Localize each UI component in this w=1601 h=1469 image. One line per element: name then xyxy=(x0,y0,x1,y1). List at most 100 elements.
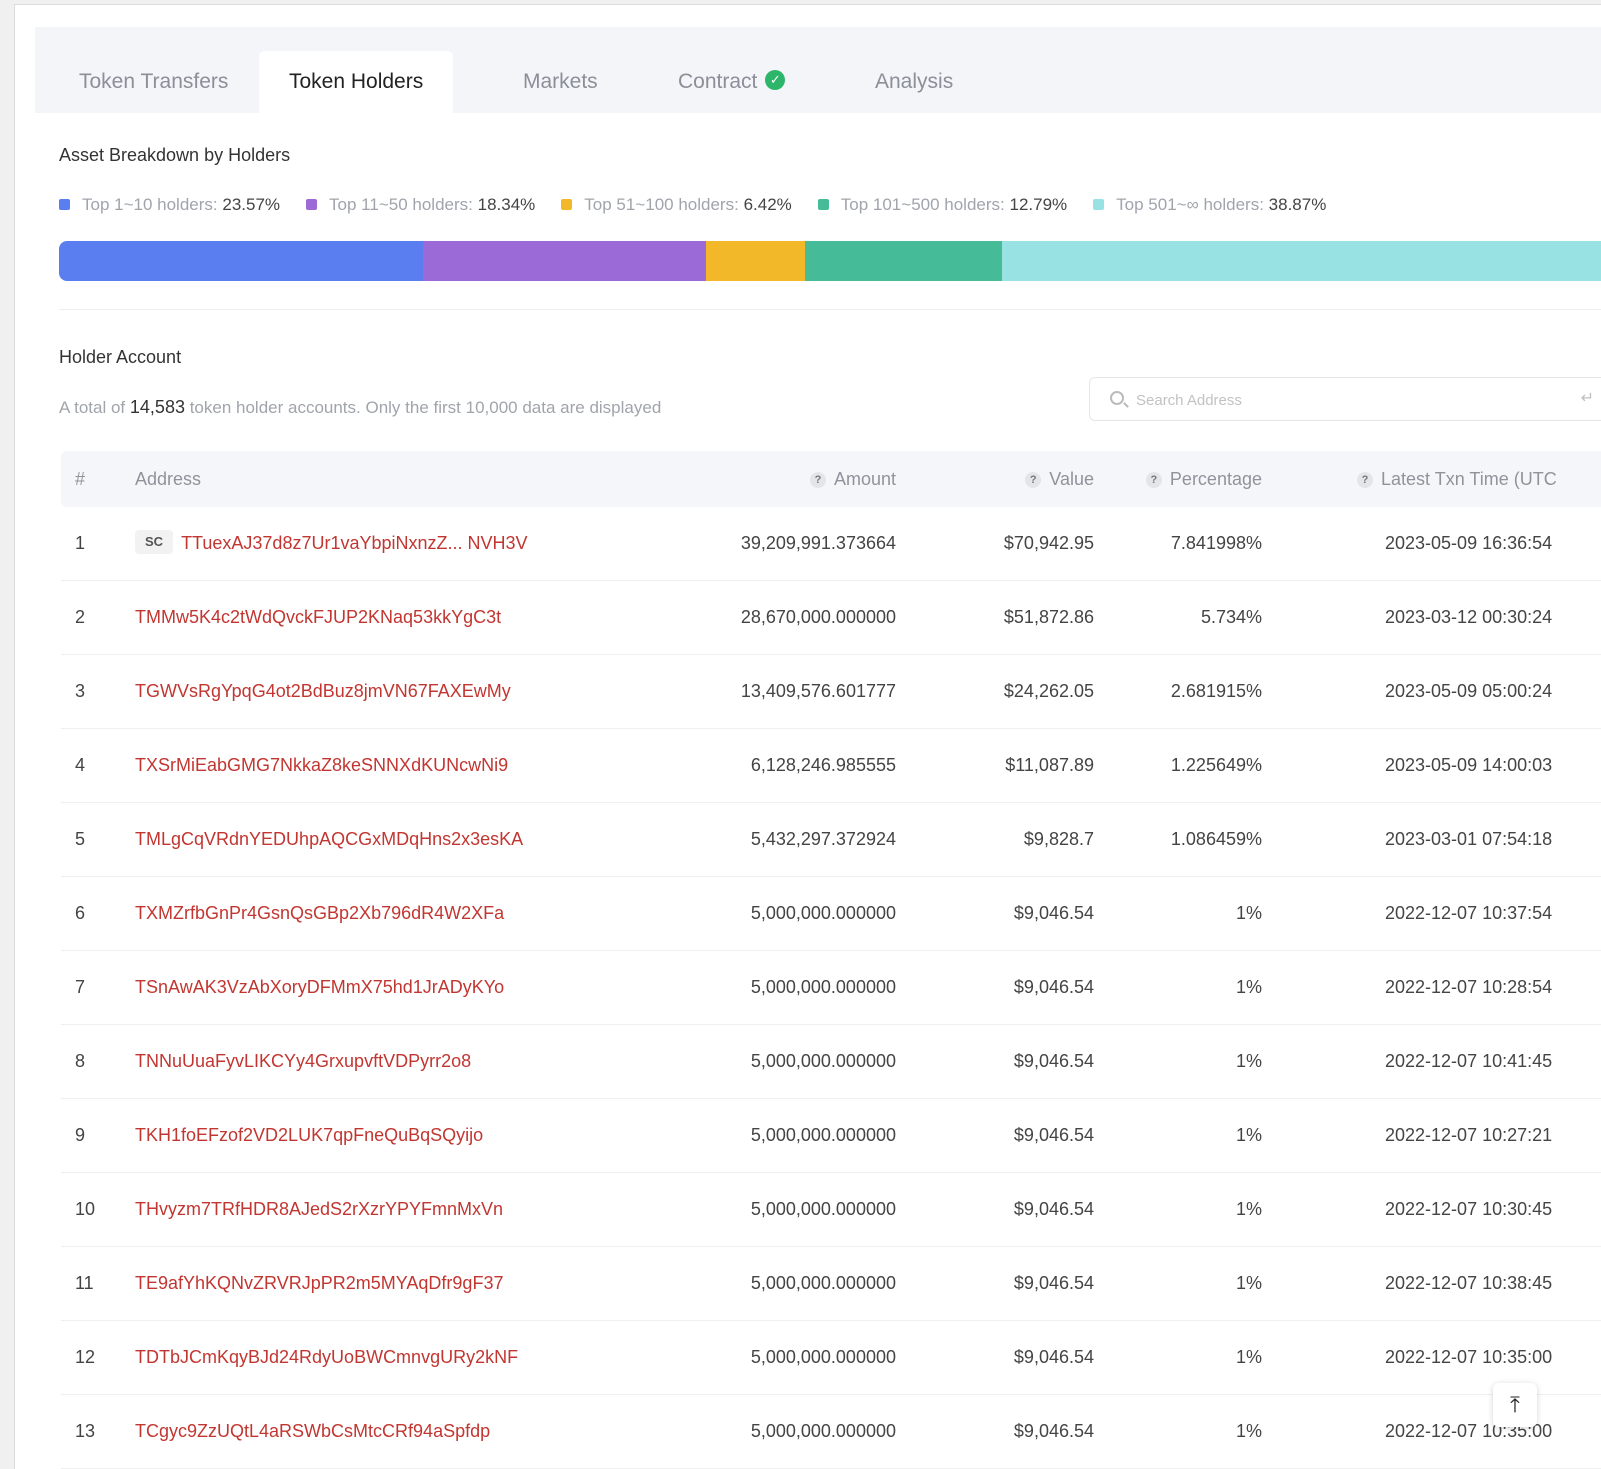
breakdown-title: Asset Breakdown by Holders xyxy=(59,145,291,165)
holder-address-link[interactable]: THvyzm7TRfHDR8AJedS2rXzrYPYFmnMxVn xyxy=(135,1173,503,1246)
col-latest-time-label: Latest Txn Time (UTC xyxy=(1381,469,1557,489)
value-cell: $24,262.05 xyxy=(1003,681,1094,701)
address-text: TTuexAJ37d8z7Ur1vaYbpiNxnzZ... NVH3V xyxy=(181,533,528,553)
legend-item: Top 101~500 holders: 12.79% xyxy=(817,195,1067,215)
total-prefix: A total of xyxy=(59,398,126,417)
address-text: TXMZrfbGnPr4GsnQsGBp2Xb796dR4W2XFa xyxy=(135,903,505,923)
table-row: 2 TMMw5K4c2tWdQvckFJUP2KNaq53kkYgC3t 28,67… xyxy=(61,581,1601,655)
percentage-cell: 1.086459% xyxy=(1170,829,1262,849)
legend-item: Top 1~10 holders: 23.57% xyxy=(59,195,280,215)
table-row: 6 TXMZrfbGnPr4GsnQsGBp2Xb796dR4W2XFa 5,000… xyxy=(61,877,1601,951)
col-address: Address xyxy=(135,469,202,489)
address-text: TSnAwAK3VzAbXoryDFMmX75hd1JrADyKYo xyxy=(135,977,505,997)
tab-label: Token Transfers xyxy=(79,70,229,93)
value-cell: $51,872.86 xyxy=(1003,607,1094,627)
help-icon[interactable]: ? xyxy=(1145,472,1162,488)
legend-label: Top 11~50 holders: xyxy=(329,195,473,214)
tab-analysis[interactable]: Analysis xyxy=(845,51,983,113)
col-latest-time: ? Latest Txn Time (UTC xyxy=(1357,451,1557,507)
holder-address-link[interactable]: TE9afYhKQNvZRVRJpPR2m5MYAqDfr9gF37 xyxy=(135,1247,503,1320)
latest-time-cell: 2023-05-09 14:00:03 xyxy=(1385,755,1553,775)
legend-color-swatch xyxy=(561,199,573,210)
tab-token-holders[interactable]: Token Holders xyxy=(259,51,454,113)
scroll-to-top-button[interactable]: ⤒ xyxy=(1493,1383,1537,1427)
arrow-to-top-icon: ⤒ xyxy=(1510,1392,1520,1417)
holder-address-link[interactable]: SC TTuexAJ37d8z7Ur1vaYbpiNxnzZ... NVH3V xyxy=(135,507,528,580)
legend-label: Top 501~∞ holders: xyxy=(1116,195,1264,214)
legend-label: Top 101~500 holders: xyxy=(840,195,1005,214)
table-row: 11 TE9afYhKQNvZRVRJpPR2m5MYAqDfr9gF37 5,00… xyxy=(61,1247,1601,1321)
holder-address-link[interactable]: TSnAwAK3VzAbXoryDFMmX75hd1JrADyKYo xyxy=(135,951,504,1024)
holder-address-link[interactable]: TKH1foEFzof2VD2LUK7qpFneQuBqSQyijo xyxy=(135,1099,483,1172)
holder-address-link[interactable]: TCgyc9ZzUQtL4aRSWbCsMtcCRf94aSpfdp xyxy=(135,1395,490,1468)
col-percentage: ? Percentage xyxy=(1145,451,1262,507)
legend-color-swatch xyxy=(1093,199,1105,210)
col-amount: ? Amount xyxy=(809,451,896,507)
amount-cell: 28,670,000.000000 xyxy=(740,607,896,627)
value-cell: $9,046.54 xyxy=(1013,1273,1094,1293)
holder-address-link[interactable]: TMMw5K4c2tWdQvckFJUP2KNaq53kkYgC3t xyxy=(135,581,501,654)
table-row: 3 TGWVsRgYpqG4ot2BdBuz8jmVN67FAXEwMy 13,40… xyxy=(61,655,1601,729)
tab-label: Markets xyxy=(523,70,598,93)
col-value-label: Value xyxy=(1049,469,1094,489)
holder-address-link[interactable]: TMLgCqVRdnYEDUhpAQCGxMDqHns2x3esKA xyxy=(135,803,523,876)
value-cell: $9,046.54 xyxy=(1013,977,1094,997)
breakdown-legend: Top 1~10 holders: 23.57% Top 11~50 holder… xyxy=(59,195,1352,215)
legend-color-swatch xyxy=(59,199,70,210)
holder-account-title: Holder Account xyxy=(59,347,182,367)
row-index: 10 xyxy=(75,1199,96,1219)
latest-time-cell: 2022-12-07 10:27:21 xyxy=(1385,1125,1553,1145)
tab-markets[interactable]: Markets xyxy=(493,51,628,113)
row-index: 6 xyxy=(75,903,86,923)
address-text: TNNuUuaFyvLIKCYy4GrxupvftVDPyrr2o8 xyxy=(135,1051,472,1071)
help-icon[interactable]: ? xyxy=(1025,472,1042,488)
latest-time-cell: 2023-03-01 07:54:18 xyxy=(1385,829,1553,849)
row-index: 11 xyxy=(75,1273,94,1293)
value-cell: $9,046.54 xyxy=(1013,1347,1094,1367)
address-text: TCgyc9ZzUQtL4aRSWbCsMtcCRf94aSpfdp xyxy=(135,1421,491,1441)
row-index: 13 xyxy=(75,1421,96,1441)
tab-contract[interactable]: Contract ✓ xyxy=(648,51,815,113)
address-text: TE9afYhKQNvZRVRJpPR2m5MYAqDfr9gF37 xyxy=(135,1273,504,1293)
help-icon[interactable]: ? xyxy=(809,472,826,488)
amount-cell: 5,000,000.000000 xyxy=(750,1125,896,1145)
percentage-cell: 7.841998% xyxy=(1170,533,1262,553)
legend-item: Top 51~100 holders: 6.42% xyxy=(561,195,792,215)
holder-address-link[interactable]: TNNuUuaFyvLIKCYy4GrxupvftVDPyrr2o8 xyxy=(135,1025,471,1098)
address-text: TMLgCqVRdnYEDUhpAQCGxMDqHns2x3esKA xyxy=(135,829,524,849)
search-input[interactable] xyxy=(1134,386,1578,414)
amount-cell: 6,128,246.985555 xyxy=(750,755,896,775)
percentage-cell: 1% xyxy=(1235,1421,1262,1441)
percentage-cell: 1% xyxy=(1235,977,1262,997)
help-icon[interactable]: ? xyxy=(1357,472,1373,488)
col-value: ? Value xyxy=(1025,451,1094,507)
value-cell: $9,046.54 xyxy=(1013,1199,1094,1219)
value-cell: $70,942.95 xyxy=(1003,533,1094,553)
enter-icon[interactable]: ↵ xyxy=(1581,388,1594,408)
row-index: 7 xyxy=(75,977,86,997)
table-row: 1 SC TTuexAJ37d8z7Ur1vaYbpiNxnzZ... NVH3V 3… xyxy=(61,507,1601,581)
tab-token-transfers[interactable]: Token Transfers xyxy=(49,51,258,113)
legend-value: 6.42% xyxy=(743,195,792,214)
holder-address-link[interactable]: TGWVsRgYpqG4ot2BdBuz8jmVN67FAXEwMy xyxy=(135,655,511,728)
row-index: 8 xyxy=(75,1051,86,1071)
latest-time-cell: 2022-12-07 10:38:45 xyxy=(1385,1273,1553,1293)
amount-cell: 39,209,991.373664 xyxy=(740,533,896,553)
percentage-cell: 1% xyxy=(1235,1199,1262,1219)
distribution-segment xyxy=(422,241,706,281)
amount-cell: 5,000,000.000000 xyxy=(750,1199,896,1219)
holder-address-link[interactable]: TXSrMiEabGMG7NkkaZ8keSNNXdKUNcwNi9 xyxy=(135,729,508,802)
address-text: TGWVsRgYpqG4ot2BdBuz8jmVN67FAXEwMy xyxy=(135,681,511,701)
address-text: TKH1foEFzof2VD2LUK7qpFneQuBqSQyijo xyxy=(135,1125,484,1145)
distribution-segment xyxy=(1002,241,1601,281)
holder-address-link[interactable]: TDTbJCmKqyBJd24RdyUoBWCmnvgURy2kNF xyxy=(135,1321,518,1394)
table-row: 13 TCgyc9ZzUQtL4aRSWbCsMtcCRf94aSpfdp 5,00… xyxy=(61,1395,1601,1469)
legend-item: Top 11~50 holders: 18.34% xyxy=(306,195,535,215)
search-box[interactable]: ↵ xyxy=(1089,377,1601,421)
legend-label: Top 51~100 holders: xyxy=(584,195,739,214)
legend-value: 18.34% xyxy=(477,195,536,214)
address-text: TDTbJCmKqyBJd24RdyUoBWCmnvgURy2kNF xyxy=(135,1347,519,1367)
holder-distribution-bar xyxy=(59,241,1601,281)
search-icon xyxy=(1110,391,1124,405)
holder-address-link[interactable]: TXMZrfbGnPr4GsnQsGBp2Xb796dR4W2XFa xyxy=(135,877,504,950)
